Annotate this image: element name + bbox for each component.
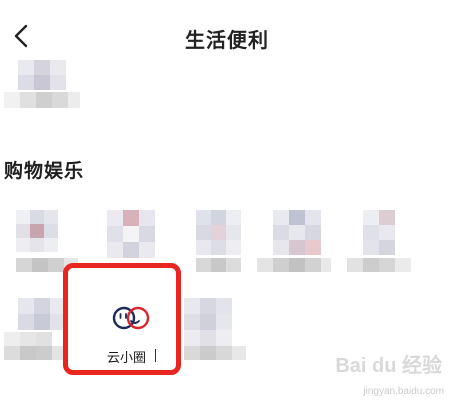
app-item-blurred[interactable]	[257, 210, 331, 274]
watermark: Bai du 经验 jingyan.baidu.com	[335, 349, 448, 397]
text-cursor	[155, 349, 156, 362]
app-item-blurred[interactable]	[107, 210, 155, 262]
watermark-url: jingyan.baidu.com	[363, 386, 444, 397]
watermark-logo: Bai du 经验	[335, 355, 442, 377]
section-title-shopping: 购物娱乐	[4, 160, 85, 182]
app-item-yunxiaoquan[interactable]: 云小圈	[63, 263, 181, 375]
yunxiaoquan-logo-icon	[112, 306, 150, 330]
app-item-blurred[interactable]	[4, 298, 66, 362]
app-item-blurred[interactable]	[4, 60, 80, 110]
app-item-blurred[interactable]	[196, 210, 242, 274]
app-screen: 生活便利 购物娱乐 云小圈 Bai du 经验 jingyan.baidu.co…	[0, 0, 454, 401]
page-title: 生活便利	[185, 28, 269, 52]
app-label: 云小圈	[107, 351, 147, 366]
app-item-blurred[interactable]	[184, 298, 246, 362]
app-item-blurred[interactable]	[347, 210, 411, 274]
header-bar: 生活便利	[0, 0, 454, 68]
